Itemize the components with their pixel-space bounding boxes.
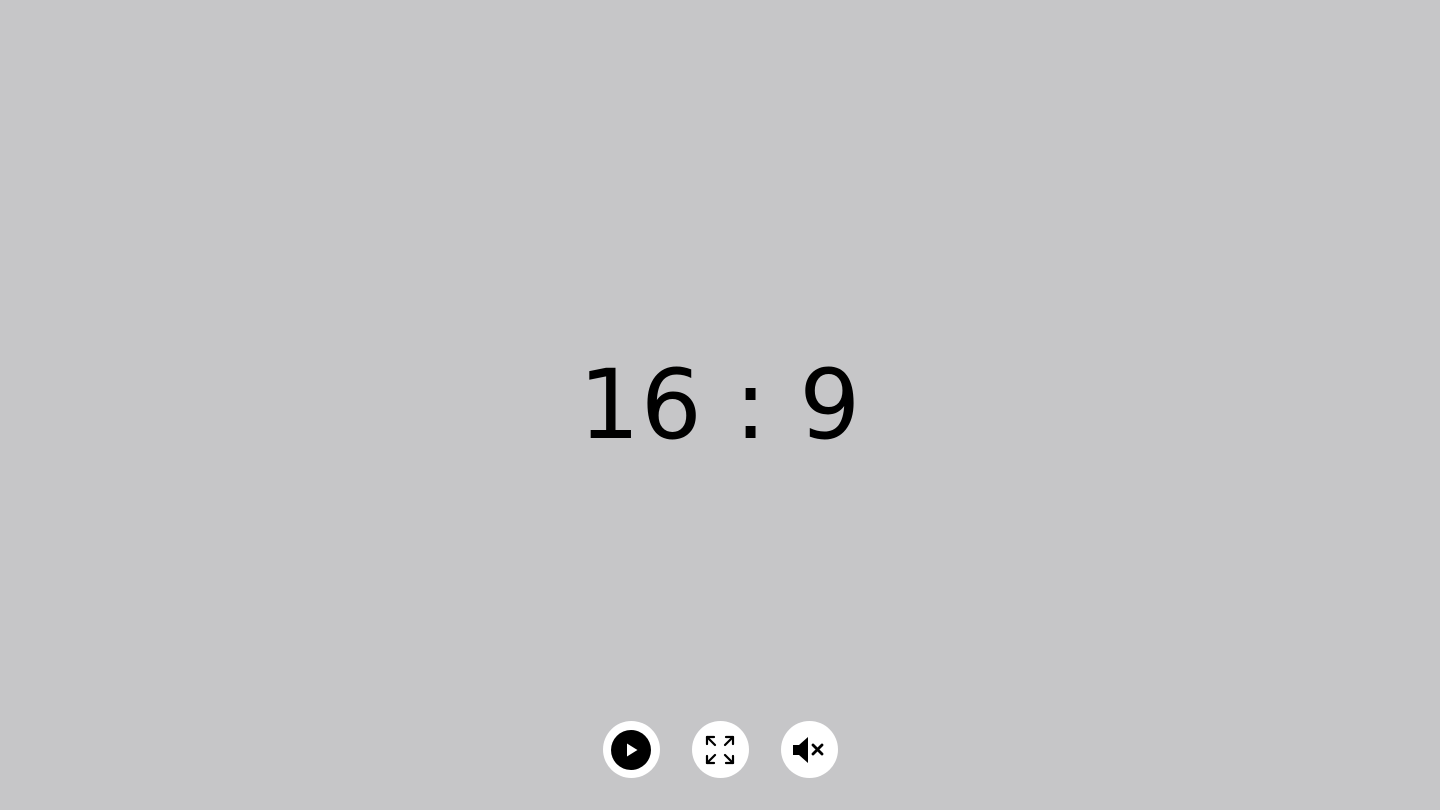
mute-button[interactable] [780,721,838,778]
aspect-ratio-label: 16 : 9 [578,349,862,461]
video-stage: 16 : 9 [0,0,1440,810]
play-icon [611,729,651,770]
fullscreen-button[interactable] [691,721,749,778]
player-controls [0,721,1440,778]
volume-muted-icon [791,735,827,765]
expand-icon [704,734,736,766]
play-button[interactable] [602,721,660,778]
